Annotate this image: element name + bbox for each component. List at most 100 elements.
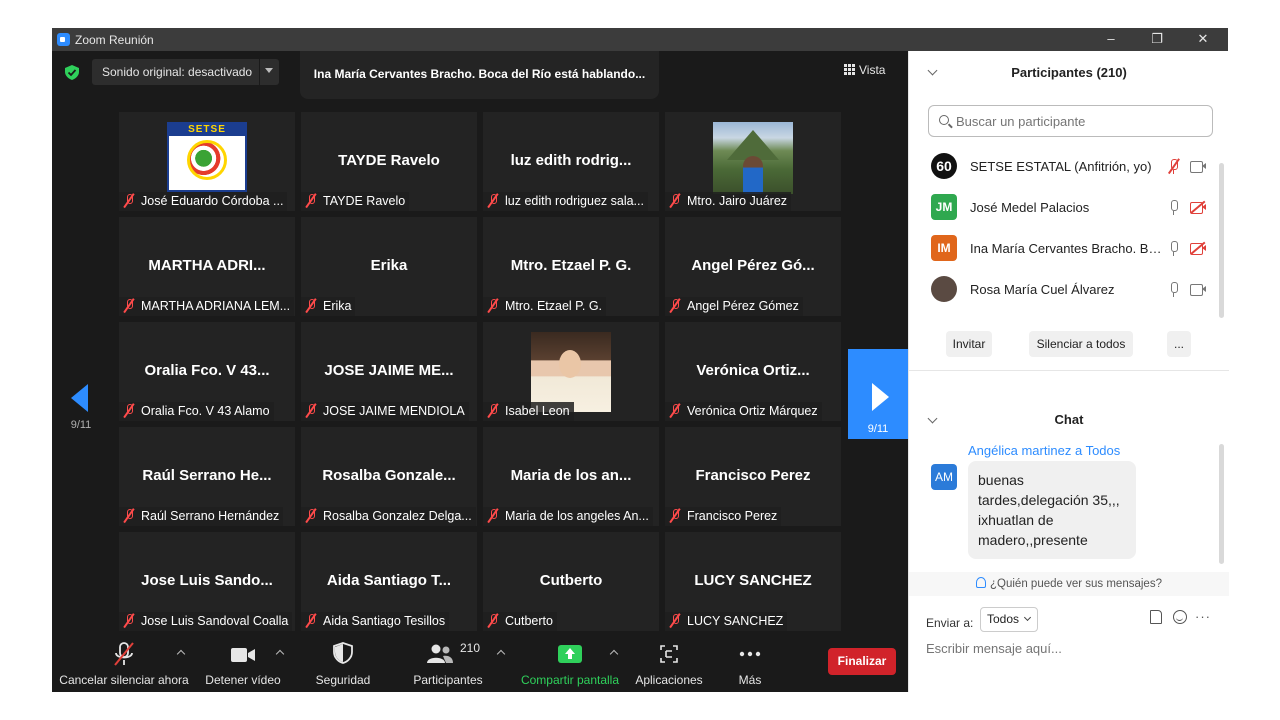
participants-options-caret-icon[interactable] (496, 649, 506, 659)
previous-page-arrow-icon[interactable] (71, 384, 88, 412)
unmute-label: Cancelar silenciar ahora (59, 673, 189, 687)
tile-name-label: Maria de los angeles An... (483, 507, 653, 526)
participant-video-tile[interactable]: Isabel Leon (483, 322, 659, 421)
participant-video-tile[interactable]: Angel Pérez Gó... Angel Pérez Gómez (665, 217, 841, 316)
participant-video-tile[interactable]: Erika Erika (301, 217, 477, 316)
tile-name: Verónica Ortiz Márquez (687, 404, 818, 418)
message-sender[interactable]: Angélica martinez (968, 443, 1071, 458)
muted-mic-icon[interactable] (1167, 158, 1181, 175)
participant-video-tile[interactable]: Raúl Serrano He... Raúl Serrano Hernández (119, 427, 295, 526)
participant-row[interactable]: 60 SETSE ESTATAL (Anfitrión, yo) (909, 147, 1223, 188)
tile-name-label: JOSE JAIME MENDIOLA (301, 402, 469, 421)
collapse-participants-chevron-icon[interactable] (927, 65, 938, 76)
more-button[interactable]: Más (728, 634, 772, 692)
muted-mic-icon (487, 614, 499, 627)
invite-button[interactable]: Invitar (946, 331, 992, 357)
participant-search-input[interactable] (956, 112, 1206, 130)
chat-scrollbar[interactable] (1219, 444, 1224, 564)
chat-message-input[interactable] (926, 637, 1216, 659)
participant-video-tile[interactable]: Cutberto Cutberto (483, 532, 659, 631)
participant-row[interactable]: JM José Medel Palacios (909, 188, 1223, 229)
file-icon[interactable] (1150, 610, 1162, 624)
avatar (931, 276, 957, 302)
mute-all-button[interactable]: Silenciar a todos (1029, 331, 1133, 357)
participant-video-tile[interactable]: Mtro. Etzael P. G. Mtro. Etzael P. G. (483, 217, 659, 316)
original-sound-toggle[interactable]: Sonido original: desactivado (92, 59, 279, 85)
tile-name: Rosalba Gonzalez Delga... (323, 509, 472, 523)
end-meeting-button[interactable]: Finalizar (828, 648, 896, 675)
minimize-button[interactable]: – (1088, 28, 1134, 51)
message-sender-line: Angélica martinez a Todos (968, 443, 1120, 458)
muted-mic-icon (305, 404, 317, 417)
logo-emblem (187, 140, 227, 180)
active-speaker-banner: Ina María Cervantes Bracho. Boca del Río… (300, 51, 659, 99)
share-screen-button[interactable]: Compartir pantalla (520, 634, 620, 692)
participant-video-tile[interactable]: Rosalba Gonzale... Rosalba Gonzalez Delga… (301, 427, 477, 526)
security-button[interactable]: Seguridad (310, 634, 376, 692)
camera-off-icon (1190, 241, 1206, 255)
tile-name-label: Cutberto (483, 612, 557, 631)
mic-icon[interactable] (1167, 199, 1181, 216)
apps-label: Aplicaciones (635, 673, 703, 687)
participant-video-tile[interactable]: Maria de los an... Maria de los angeles A… (483, 427, 659, 526)
zoom-logo-icon (57, 33, 70, 46)
participant-video-tile[interactable]: JOSE JAIME ME... JOSE JAIME MENDIOLA (301, 322, 477, 421)
participant-video-tile[interactable]: TAYDE Ravelo TAYDE Ravelo (301, 112, 477, 211)
chat-more-icon[interactable]: ··· (1195, 609, 1211, 624)
participant-video-tile[interactable]: Francisco Perez Francisco Perez (665, 427, 841, 526)
original-sound-label: Sonido original: desactivado (102, 65, 253, 79)
participant-video-tile[interactable]: Aida Santiago T... Aida Santiago Tesillos (301, 532, 477, 631)
meeting-toolbar: Cancelar silenciar ahora Detener vídeo S… (52, 634, 908, 692)
participants-button[interactable]: 210 Participantes (408, 634, 488, 692)
tile-name-label: TAYDE Ravelo (301, 192, 410, 211)
participant-name: Ina María Cervantes Bracho. Bo... (970, 241, 1166, 256)
who-can-see-link[interactable]: ¿Quién puede ver sus mensajes? (909, 572, 1229, 596)
participant-video-tile[interactable]: Mtro. Jairo Juárez (665, 112, 841, 211)
close-button[interactable]: ✕ (1180, 28, 1226, 51)
photo-person (743, 156, 763, 194)
message-to-word: a (1074, 443, 1083, 458)
stop-video-label: Detener vídeo (205, 673, 281, 687)
participant-video-tile[interactable]: luz edith rodrig... luz edith rodriguez s… (483, 112, 659, 211)
muted-mic-icon (123, 404, 135, 417)
participant-video-tile[interactable]: Jose Luis Sando... Jose Luis Sandoval Coa… (119, 532, 295, 631)
emoji-icon[interactable] (1173, 610, 1187, 624)
participants-more-button[interactable]: ... (1167, 331, 1191, 357)
participant-row[interactable] (909, 311, 1223, 317)
stop-video-button[interactable]: Detener vídeo (202, 634, 284, 692)
muted-mic-icon (487, 194, 499, 207)
send-to-select[interactable]: Todos (980, 607, 1038, 632)
tile-name-label: Isabel Leon (483, 402, 574, 421)
view-button[interactable]: Vista (844, 63, 885, 77)
unmute-button[interactable]: Cancelar silenciar ahora (56, 634, 192, 692)
participant-row[interactable]: IM Ina María Cervantes Bracho. Bo... (909, 229, 1223, 270)
participant-video-tile[interactable]: LUCY SANCHEZ LUCY SANCHEZ (665, 532, 841, 631)
next-page-button[interactable]: 9/11 (848, 349, 908, 439)
chat-title: Chat (1054, 412, 1084, 427)
chevron-down-icon[interactable] (265, 68, 273, 73)
send-to-label: Enviar a: (926, 616, 974, 630)
participant-search[interactable] (928, 105, 1213, 137)
muted-mic-icon (305, 194, 317, 207)
tile-name-label: LUCY SANCHEZ (665, 612, 788, 631)
participant-video-tile[interactable]: MARTHA ADRI... MARTHA ADRIANA LEM... (119, 217, 295, 316)
muted-mic-icon (305, 299, 317, 312)
collapse-chat-chevron-icon[interactable] (927, 413, 938, 424)
mic-icon[interactable] (1167, 240, 1181, 257)
chat-message-bubble: buenas tardes,delegación 35,,, ixhuatlan… (968, 461, 1136, 559)
participant-name: SETSE ESTATAL (Anfitrión, yo) (970, 159, 1152, 174)
tile-name-label: Erika (301, 297, 356, 316)
participant-row[interactable]: Rosa María Cuel Álvarez (909, 270, 1223, 311)
participant-video-tile[interactable]: Verónica Ortiz... Verónica Ortiz Márquez (665, 322, 841, 421)
tile-name-label: luz edith rodriguez sala... (483, 192, 648, 211)
tile-display-name: Rosalba Gonzale... (322, 467, 456, 484)
apps-button[interactable]: Aplicaciones (632, 634, 706, 692)
restore-button[interactable]: ❐ (1134, 28, 1180, 51)
participant-video-tile[interactable]: Oralia Fco. V 43... Oralia Fco. V 43 Alam… (119, 322, 295, 421)
tile-display-name: Oralia Fco. V 43... (144, 362, 270, 379)
participants-scrollbar[interactable] (1219, 163, 1224, 318)
tile-name-label: Francisco Perez (665, 507, 782, 526)
mic-icon[interactable] (1167, 281, 1181, 298)
participant-video-tile[interactable]: SETSE José Eduardo Córdoba ... (119, 112, 295, 211)
encryption-shield-icon[interactable] (65, 65, 79, 80)
